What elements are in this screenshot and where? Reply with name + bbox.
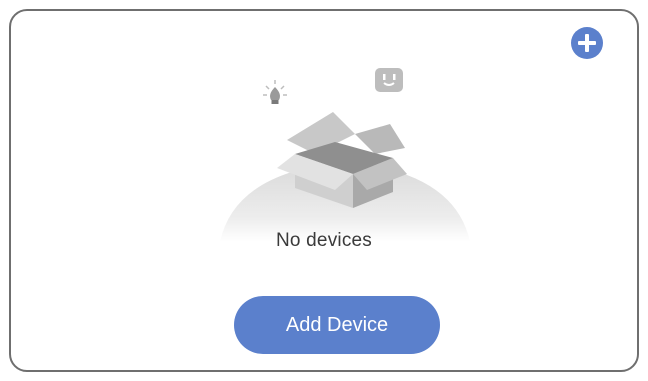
lightbulb-icon (263, 80, 287, 104)
smart-plug-icon (375, 68, 403, 92)
plus-circle-icon[interactable] (570, 26, 604, 60)
add-device-button[interactable]: Add Device (234, 296, 440, 354)
empty-state-label: No devices (276, 230, 372, 251)
